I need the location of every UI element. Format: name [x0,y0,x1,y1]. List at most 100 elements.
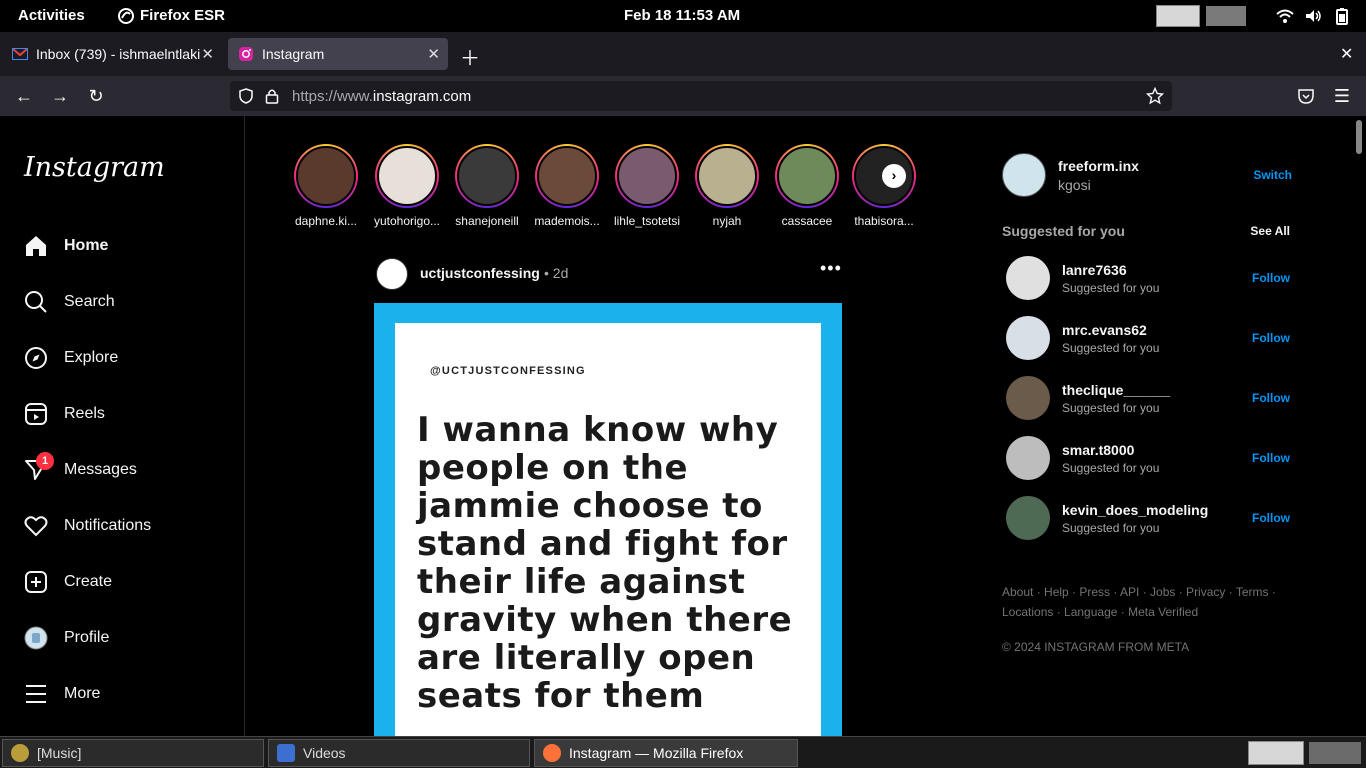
follow-button[interactable]: Follow [1252,451,1290,465]
nav-label: Search [64,293,115,310]
story-name: lihle_tsotetsi [613,214,681,228]
follow-button[interactable]: Follow [1252,331,1290,345]
volume-icon[interactable] [1304,7,1322,25]
wifi-icon[interactable] [1276,7,1294,25]
suggestion-avatar[interactable] [1006,436,1050,480]
suggestion-avatar[interactable] [1006,496,1050,540]
reload-icon[interactable]: ↻ [85,85,107,107]
task-videos[interactable]: Videos [268,739,530,767]
url-host: instagram.com [372,88,472,105]
story-item[interactable]: nyjah [692,144,762,228]
footer-links-line[interactable]: About · Help · Press · API · Jobs · Priv… [1002,582,1302,602]
app-name: Firefox ESR [140,7,226,24]
url-bar[interactable]: https://www.instagram.com [230,81,1172,111]
workspace-switcher-1[interactable] [1248,741,1304,765]
story-item[interactable]: shanejoneill [452,144,522,228]
story-item[interactable]: cassacee [772,144,842,228]
story-item[interactable]: lihle_tsotetsi [612,144,682,228]
app-menu[interactable]: Firefox ESR [118,7,225,24]
follow-button[interactable]: Follow [1252,391,1290,405]
story-item[interactable]: thabisora... [849,144,919,228]
post-time[interactable]: • 2d [544,265,568,281]
tab-instagram[interactable]: Instagram ✕ [228,38,448,70]
post-avatar[interactable] [376,258,408,290]
pocket-icon[interactable] [1297,87,1315,105]
nav-messages[interactable]: 1 Messages [24,452,137,484]
workspace-switcher-2[interactable] [1309,742,1361,764]
activities-button[interactable]: Activities [18,7,85,24]
suggestion-username[interactable]: theclique______ [1062,382,1170,398]
suggestion-avatar[interactable] [1006,316,1050,360]
nav-home[interactable]: Home [24,232,108,260]
back-icon[interactable]: ← [13,85,35,107]
story-item[interactable]: yutohorigo... [372,144,442,228]
footer-links-line[interactable]: Locations · Language · Meta Verified [1002,602,1302,622]
instagram-logo[interactable]: Instagram [24,152,165,183]
url-text[interactable]: https://www.instagram.com [292,88,471,105]
gnome-top-bar: Activities Firefox ESR Feb 18 11:53 AM [0,0,1366,32]
forward-icon[interactable]: → [49,85,71,107]
sidebar: Instagram Home Search Explore Reels 1 Me… [0,116,245,736]
battery-icon[interactable] [1333,7,1351,25]
clock[interactable]: Feb 18 11:53 AM [624,7,740,24]
quote-line: people on the [417,448,689,488]
close-tab-icon[interactable]: ✕ [427,45,440,63]
suggestion-subtitle: Suggested for you [1062,341,1160,355]
follow-button[interactable]: Follow [1252,511,1290,525]
close-tab-icon[interactable]: ✕ [201,45,214,63]
suggestion-row: lanre7636 Suggested for you Follow [1006,256,1290,300]
task-label: [Music] [37,745,82,761]
nav-label: Messages [64,461,137,478]
more-options-icon[interactable]: ••• [820,258,842,279]
suggestion-subtitle: Suggested for you [1062,281,1160,295]
post-handle: @UCTJUSTCONFESSING [430,365,586,377]
messages-badge: 1 [36,452,54,470]
suggestion-avatar[interactable] [1006,376,1050,420]
post-username[interactable]: uctjustconfessing [420,265,540,281]
follow-button[interactable]: Follow [1252,271,1290,285]
task-firefox[interactable]: Instagram — Mozilla Firefox [534,739,798,767]
hamburger-menu-icon[interactable]: ☰ [1331,85,1353,107]
story-item[interactable]: daphne.ki... [291,144,361,228]
footer-links[interactable]: About · Help · Press · API · Jobs · Priv… [1002,582,1302,622]
new-tab-icon[interactable]: ＋ [460,42,480,71]
suggestion-username[interactable]: kevin_does_modeling [1062,502,1208,518]
nav-explore[interactable]: Explore [24,344,118,372]
tab-title: Inbox (739) - ishmaelntlaki [36,46,201,62]
suggestion-avatar[interactable] [1006,256,1050,300]
suggestion-username[interactable]: mrc.evans62 [1062,322,1147,338]
page-scrollbar[interactable] [1356,120,1362,154]
tab-gmail[interactable]: Inbox (739) - ishmaelntlaki ✕ [2,38,222,70]
shield-icon[interactable] [238,88,254,104]
plus-square-icon [24,570,48,594]
nav-more[interactable]: More [24,680,100,708]
nav-create[interactable]: Create [24,568,112,596]
nav-label: Profile [64,629,110,646]
current-account-avatar[interactable] [1002,153,1046,197]
stories-next-button[interactable]: › [882,164,906,188]
suggestion-username[interactable]: lanre7636 [1062,262,1127,278]
post-header: uctjustconfessing • 2d ••• [376,256,846,292]
quote-line: seats for them [417,676,705,716]
quote-line: I wanna know why [417,410,779,450]
switch-account-button[interactable]: Switch [1253,168,1292,182]
post-image[interactable]: @UCTJUSTCONFESSING I wanna know why peop… [374,303,842,736]
current-username[interactable]: freeform.inx [1058,158,1139,174]
story-name: nyjah [712,214,742,228]
workspace-1[interactable] [1156,5,1200,27]
nav-notifications[interactable]: Notifications [24,512,151,540]
suggestion-username[interactable]: smar.t8000 [1062,442,1134,458]
nav-search[interactable]: Search [24,288,115,316]
close-window-icon[interactable]: ✕ [1340,44,1353,64]
taskbar: [Music] Videos Instagram — Mozilla Firef… [0,736,1366,768]
story-item[interactable]: mademois... [532,144,602,228]
nav-label: More [64,685,101,702]
quote-line: gravity when there [417,600,793,640]
nav-reels[interactable]: Reels [24,400,105,428]
task-music[interactable]: [Music] [2,739,264,767]
see-all-link[interactable]: See All [1250,224,1290,238]
lock-icon[interactable] [265,88,279,104]
nav-profile[interactable]: Profile [24,624,109,652]
bookmark-star-icon[interactable] [1146,87,1164,105]
workspace-2[interactable] [1206,6,1246,26]
